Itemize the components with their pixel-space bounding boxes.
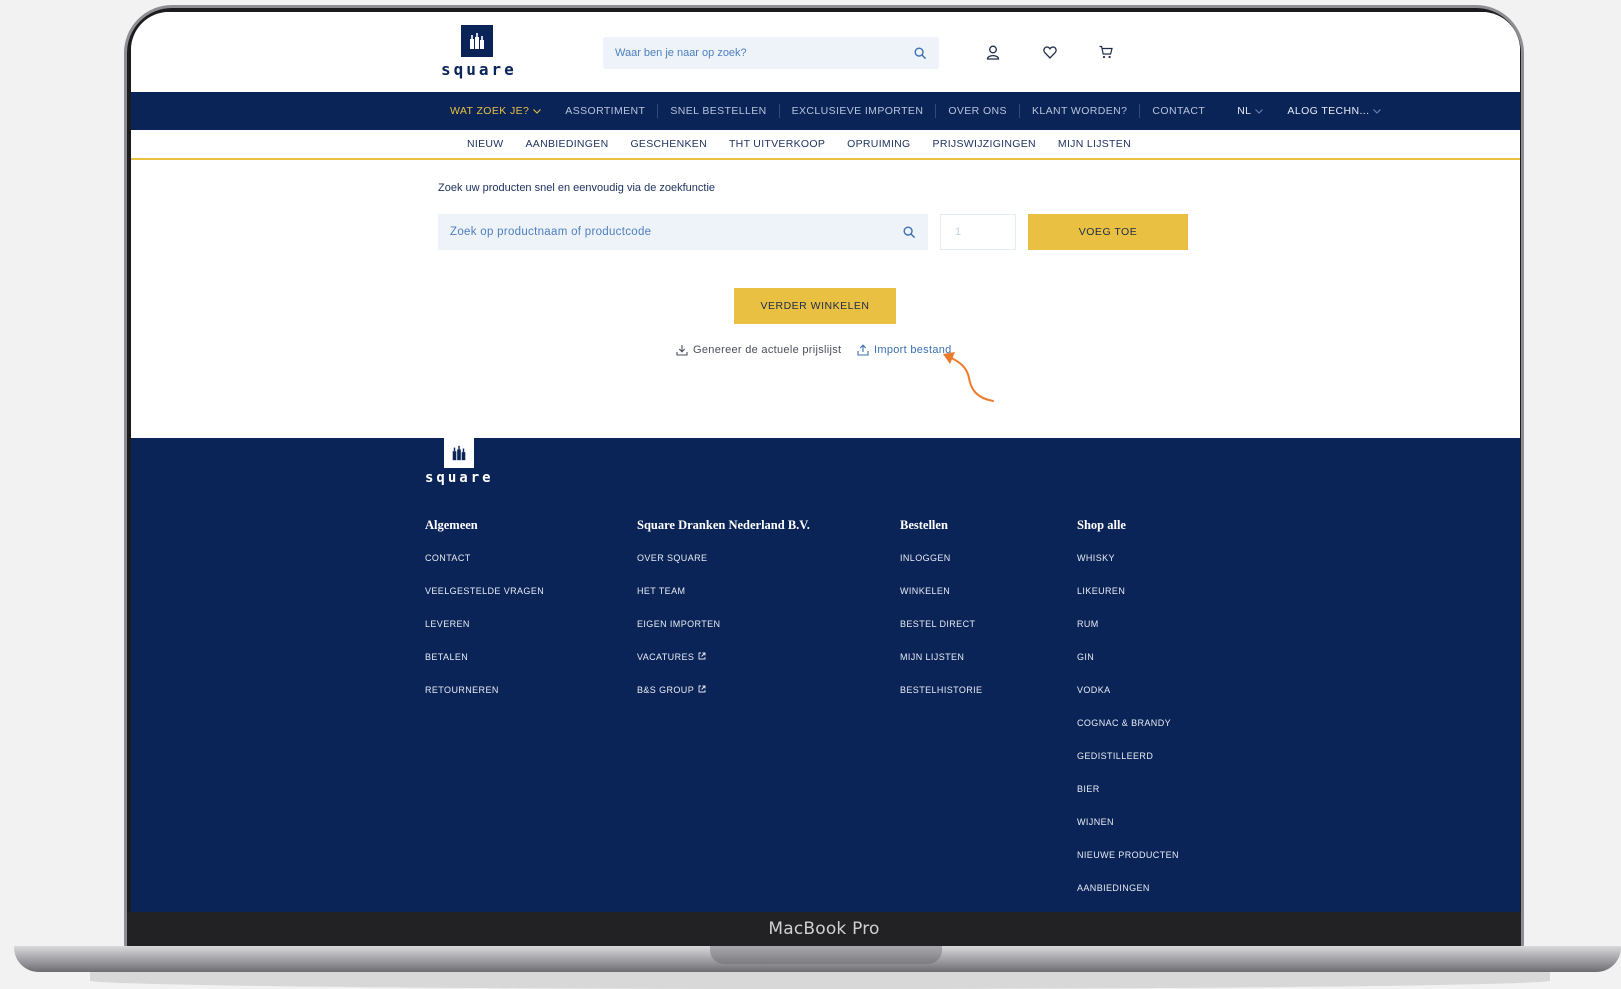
import-file-label: Import bestand [874, 344, 952, 356]
account-label: ALOG TECHN... [1287, 105, 1370, 117]
subnav-item-geschenken[interactable]: GESCHENKEN [630, 138, 707, 150]
add-to-order-button[interactable]: VOEG TOE [1028, 214, 1188, 250]
sub-navigation: NIEUW AANBIEDINGEN GESCHENKEN THT UITVER… [131, 130, 1520, 160]
download-icon [676, 345, 688, 356]
generate-price-list-label: Genereer de actuele prijslijst [693, 344, 842, 356]
footer-column-heading: Bestellen [900, 518, 948, 532]
footer-link[interactable]: NIEUWE PRODUCTEN [1077, 850, 1179, 883]
chevron-down-icon [1373, 108, 1382, 114]
nav-item-label: WAT ZOEK JE? [450, 105, 530, 117]
product-search[interactable] [438, 214, 928, 250]
language-label: NL [1237, 105, 1252, 117]
footer-column-square-dranken: Square Dranken Nederland B.V. OVER SQUAR… [637, 518, 810, 718]
language-selector[interactable]: NL [1217, 104, 1275, 118]
laptop-bezel: MacBook Pro [127, 912, 1521, 946]
footer-link[interactable]: AANBIEDINGEN [1077, 883, 1179, 912]
heart-icon[interactable] [1040, 42, 1060, 62]
footer-link[interactable]: VODKA [1077, 685, 1179, 718]
upload-icon [857, 344, 869, 356]
footer-link[interactable]: WHISKY [1077, 553, 1179, 586]
footer-column-heading: Algemeen [425, 518, 478, 532]
footer-link-label: VACATURES [637, 652, 695, 662]
laptop-notch [710, 946, 942, 964]
footer-column-heading: Shop alle [1077, 518, 1126, 532]
subnav-item-aanbiedingen[interactable]: AANBIEDINGEN [526, 138, 609, 150]
footer-link[interactable]: COGNAC & BRANDY [1077, 718, 1179, 751]
footer-link[interactable]: LIKEUREN [1077, 586, 1179, 619]
account-menu[interactable]: ALOG TECHN... [1275, 104, 1393, 118]
footer-column-bestellen: Bestellen INLOGGEN WINKELEN BESTEL DIREC… [900, 518, 982, 718]
annotation-arrow-icon [943, 352, 994, 402]
continue-shopping-button[interactable]: VERDER WINKELEN [734, 288, 896, 324]
footer-link-bs-group[interactable]: B&S GROUP [637, 685, 810, 718]
search-icon[interactable] [903, 226, 916, 239]
quantity-field[interactable]: 1 [940, 214, 1016, 250]
import-file-link[interactable]: Import bestand [857, 344, 952, 356]
footer-link[interactable]: MIJN LIJSTEN [900, 652, 982, 685]
site-search-input[interactable] [615, 47, 914, 59]
nav-item-contact[interactable]: CONTACT [1140, 104, 1217, 118]
footer-link[interactable]: GIN [1077, 652, 1179, 685]
footer-link[interactable]: BETALEN [425, 652, 544, 685]
footer-link[interactable]: EIGEN IMPORTEN [637, 619, 810, 652]
subnav-item-prijswijzigingen[interactable]: PRIJSWIJZIGINGEN [933, 138, 1036, 150]
logo-wordmark[interactable]: square [441, 60, 517, 79]
footer-logo-wordmark: square [425, 470, 494, 486]
cart-icon[interactable] [1096, 42, 1116, 62]
product-search-input[interactable] [450, 226, 903, 238]
site-footer: square Algemeen CONTACT VEELGESTELDE VRA… [131, 438, 1520, 912]
footer-column-heading: Square Dranken Nederland B.V. [637, 518, 810, 532]
footer-link[interactable]: VEELGESTELDE VRAGEN [425, 586, 544, 619]
external-link-icon [698, 652, 706, 660]
nav-item-assortiment[interactable]: ASSORTIMENT [553, 104, 659, 118]
footer-link[interactable]: CONTACT [425, 553, 544, 586]
search-icon[interactable] [914, 47, 927, 60]
footer-link[interactable]: GEDISTILLEERD [1077, 751, 1179, 784]
footer-logo-mark[interactable] [444, 438, 474, 468]
footer-link-label: B&S GROUP [637, 685, 695, 695]
site-header: square [131, 12, 1520, 92]
user-icon[interactable] [983, 42, 1003, 62]
footer-link[interactable]: BESTEL DIRECT [900, 619, 982, 652]
external-link-icon [698, 685, 706, 693]
footer-link[interactable]: OVER SQUARE [637, 553, 810, 586]
footer-link[interactable]: RUM [1077, 619, 1179, 652]
footer-link[interactable]: WIJNEN [1077, 817, 1179, 850]
footer-column-algemeen: Algemeen CONTACT VEELGESTELDE VRAGEN LEV… [425, 518, 544, 718]
browser-screen: square WAT ZOEK JE? ASSORTIMENT SNEL BES [131, 12, 1520, 912]
footer-link-vacatures[interactable]: VACATURES [637, 652, 810, 685]
chevron-down-icon [1255, 108, 1264, 114]
footer-link[interactable]: BESTELHISTORIE [900, 685, 982, 718]
footer-link[interactable]: BIER [1077, 784, 1179, 817]
logo-mark[interactable] [461, 25, 493, 57]
bottles-icon [452, 445, 466, 461]
subnav-item-tht-uitverkoop[interactable]: THT UITVERKOOP [729, 138, 825, 150]
footer-link[interactable]: INLOGGEN [900, 553, 982, 586]
device-label: MacBook Pro [768, 919, 880, 939]
nav-item-exclusieve-importen[interactable]: EXCLUSIEVE IMPORTEN [780, 104, 937, 118]
chevron-down-icon [533, 108, 542, 114]
nav-item-wat-zoek-je[interactable]: WAT ZOEK JE? [438, 104, 553, 118]
laptop-shadow [90, 972, 1550, 989]
bottles-icon [470, 33, 484, 49]
nav-item-klant-worden[interactable]: KLANT WORDEN? [1020, 104, 1141, 118]
footer-link[interactable]: HET TEAM [637, 586, 810, 619]
main-navigation: WAT ZOEK JE? ASSORTIMENT SNEL BESTELLEN … [131, 92, 1520, 130]
nav-item-snel-bestellen[interactable]: SNEL BESTELLEN [658, 104, 780, 118]
subnav-item-opruiming[interactable]: OPRUIMING [847, 138, 910, 150]
nav-item-over-ons[interactable]: OVER ONS [936, 104, 1020, 118]
footer-column-shop-alle: Shop alle WHISKY LIKEUREN RUM GIN VODKA … [1077, 518, 1179, 912]
footer-link[interactable]: LEVEREN [425, 619, 544, 652]
subnav-item-nieuw[interactable]: NIEUW [467, 138, 504, 150]
site-search[interactable] [603, 37, 939, 69]
subnav-item-mijn-lijsten[interactable]: MIJN LIJSTEN [1058, 138, 1131, 150]
footer-link[interactable]: RETOURNEREN [425, 685, 544, 718]
generate-price-list-link[interactable]: Genereer de actuele prijslijst [676, 344, 841, 356]
footer-link[interactable]: WINKELEN [900, 586, 982, 619]
quick-order-intro: Zoek uw producten snel en eenvoudig via … [438, 182, 716, 194]
